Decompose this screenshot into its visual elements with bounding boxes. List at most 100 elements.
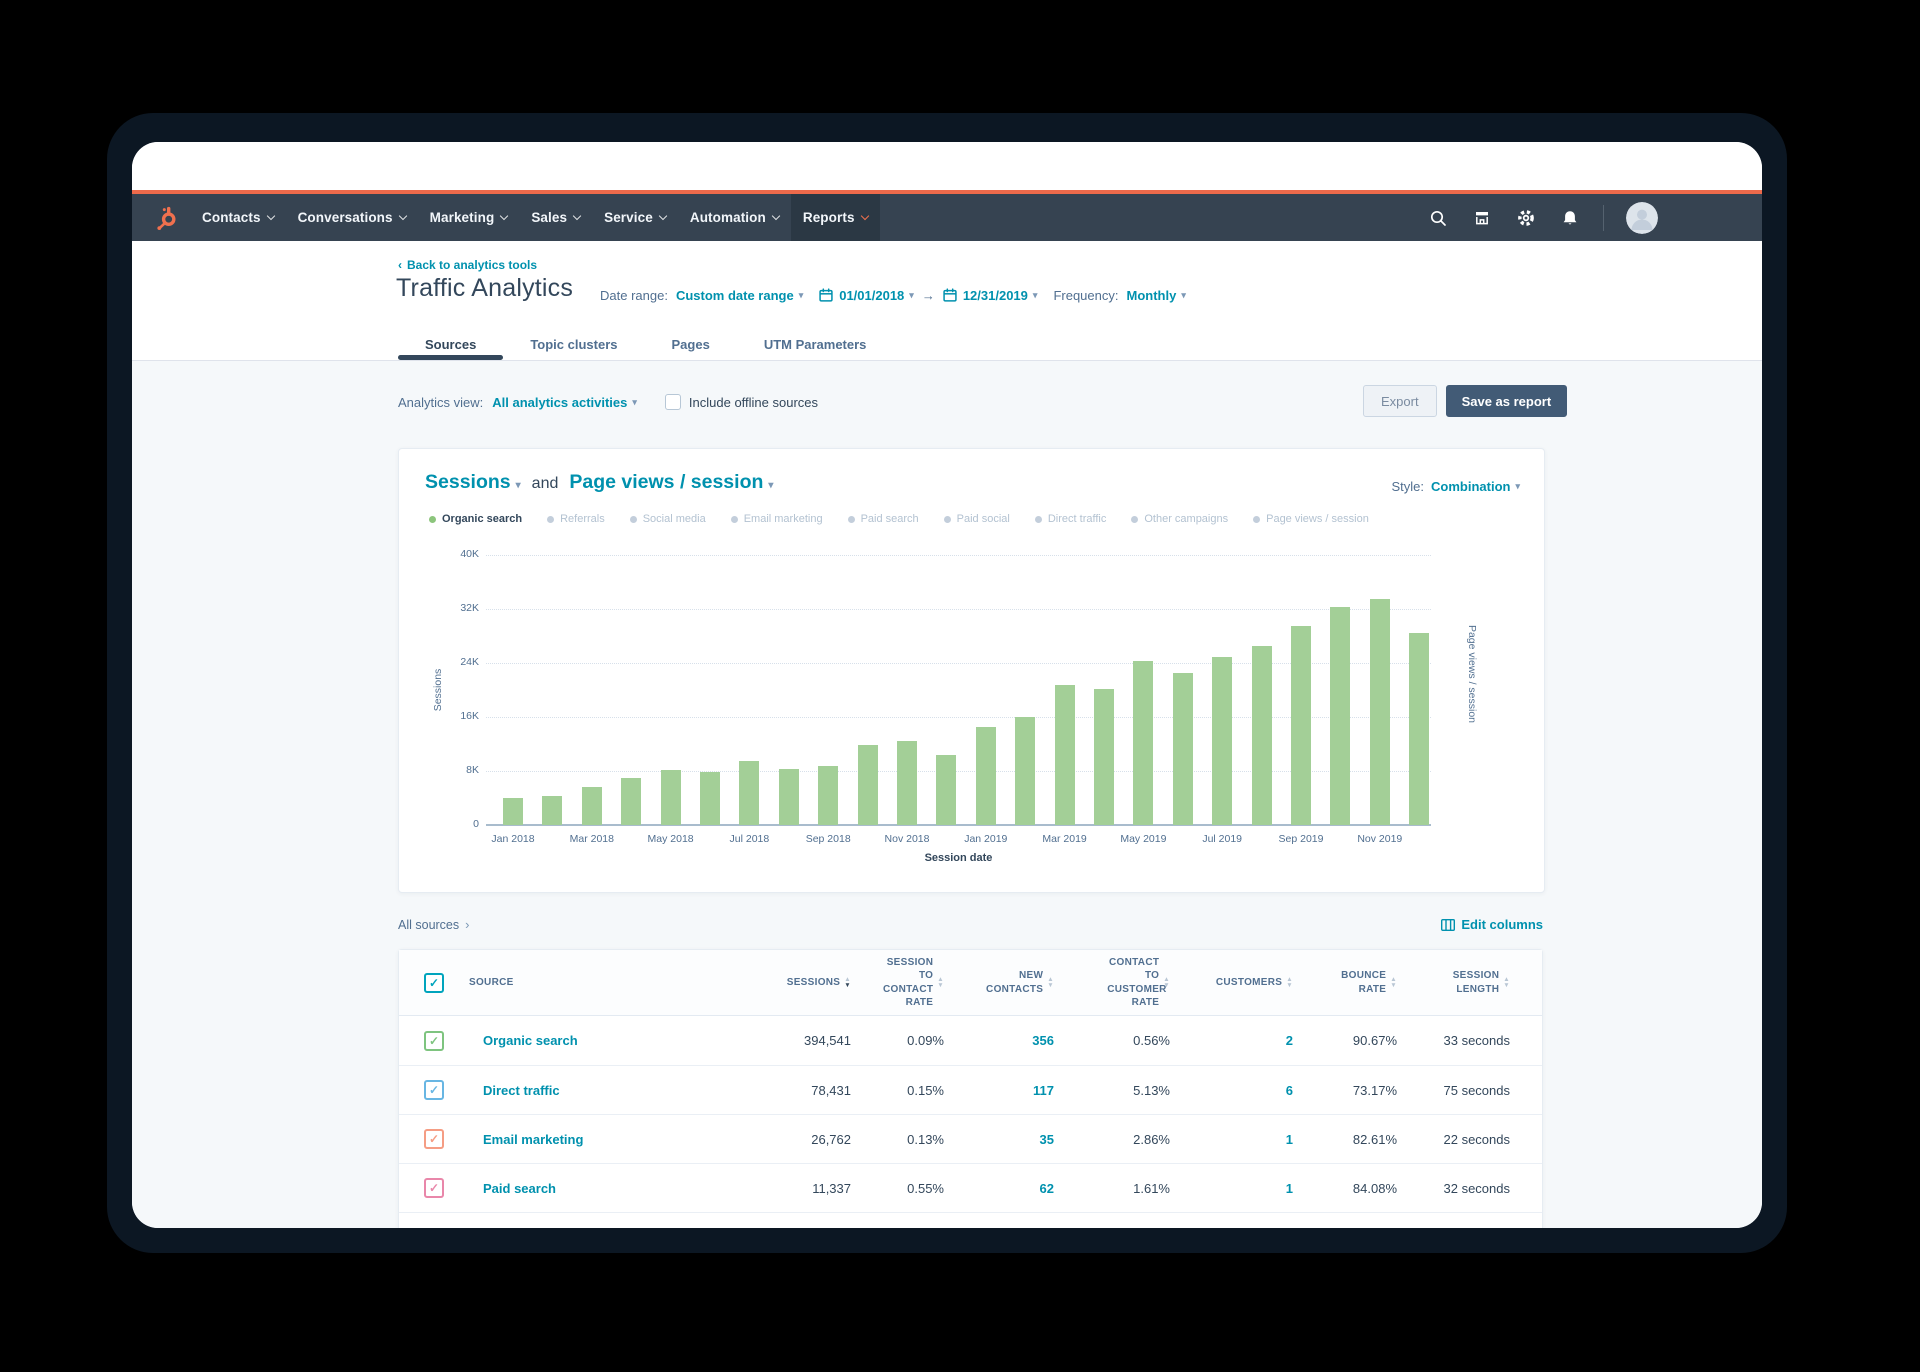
bar-jul-2018[interactable] bbox=[739, 761, 759, 825]
search-icon[interactable] bbox=[1427, 207, 1449, 229]
edit-columns-button[interactable]: Edit columns bbox=[1441, 917, 1543, 932]
bar-may-2019[interactable] bbox=[1133, 661, 1153, 825]
column-header-source[interactable]: SOURCE bbox=[469, 976, 725, 990]
row-checkbox[interactable]: ✓ bbox=[424, 1129, 444, 1149]
legend-item-paid-social[interactable]: Paid social bbox=[944, 513, 1010, 525]
column-header-sessions[interactable]: SESSIONS▲▼ bbox=[725, 976, 851, 990]
secondary-metric-select[interactable]: Page views / session▾ bbox=[569, 471, 773, 494]
bar-sep-2019[interactable] bbox=[1291, 626, 1311, 825]
all-sources-breadcrumb[interactable]: All sources› bbox=[398, 917, 469, 932]
tab-pages[interactable]: Pages bbox=[645, 328, 737, 360]
column-header-session-length[interactable]: SESSION LENGTH ▲▼ bbox=[1397, 969, 1510, 996]
bar-apr-2019[interactable] bbox=[1094, 689, 1114, 825]
report-actions: Export Save as report bbox=[1363, 385, 1567, 417]
bar-oct-2019[interactable] bbox=[1330, 607, 1350, 825]
date-range-select[interactable]: Custom date range▾ bbox=[676, 288, 803, 303]
bar-jul-2019[interactable] bbox=[1212, 657, 1232, 825]
bar-dec-2019[interactable] bbox=[1409, 633, 1429, 825]
legend-item-referrals[interactable]: Referrals bbox=[547, 513, 605, 525]
gridline bbox=[486, 771, 1431, 772]
legend-item-organic-search[interactable]: Organic search bbox=[429, 513, 522, 525]
column-header-customers[interactable]: CUSTOMERS▲▼ bbox=[1170, 976, 1293, 990]
row-checkbox[interactable]: ✓ bbox=[424, 1080, 444, 1100]
x-axis-tick: Jan 2019 bbox=[944, 833, 1028, 845]
sort-down-icon: ▼ bbox=[1503, 983, 1510, 989]
primary-metric-select[interactable]: Sessions▾ bbox=[425, 471, 521, 494]
legend-dot-icon bbox=[630, 516, 637, 523]
legend-item-social-media[interactable]: Social media bbox=[630, 513, 706, 525]
legend-item-other-campaigns[interactable]: Other campaigns bbox=[1131, 513, 1228, 525]
legend-item-direct-traffic[interactable]: Direct traffic bbox=[1035, 513, 1106, 525]
source-link[interactable]: Paid search bbox=[483, 1181, 556, 1196]
source-link[interactable]: Email marketing bbox=[483, 1132, 583, 1147]
source-link[interactable]: Organic search bbox=[483, 1033, 578, 1048]
start-date-select[interactable]: 01/01/2018▾ bbox=[839, 288, 914, 303]
sources-table: ✓SOURCESESSIONS▲▼SESSION TO CONTACT RATE… bbox=[398, 949, 1543, 1228]
source-link[interactable]: Direct traffic bbox=[483, 1083, 560, 1098]
column-header-bounce-rate[interactable]: BOUNCE RATE▲▼ bbox=[1293, 969, 1397, 996]
bar-mar-2018[interactable] bbox=[582, 787, 602, 825]
bar-jun-2018[interactable] bbox=[700, 772, 720, 825]
tab-sources[interactable]: Sources bbox=[398, 328, 503, 360]
caret-down-icon: ▾ bbox=[1181, 290, 1186, 301]
save-as-report-button[interactable]: Save as report bbox=[1446, 385, 1568, 417]
bar-may-2018[interactable] bbox=[661, 770, 681, 825]
legend-label: Organic search bbox=[442, 513, 522, 525]
y-axis-tick: 16K bbox=[427, 710, 479, 722]
column-header-contact-to-customer-rate[interactable]: CONTACT TO CUSTOMER RATE▲▼ bbox=[1054, 956, 1170, 1010]
nav-item-automation[interactable]: Automation bbox=[678, 194, 791, 241]
column-header-label: SESSION LENGTH bbox=[1429, 969, 1499, 996]
row-checkbox[interactable]: ✓ bbox=[424, 1031, 444, 1051]
chevron-down-icon bbox=[266, 212, 274, 220]
tab-utm-parameters[interactable]: UTM Parameters bbox=[737, 328, 894, 360]
include-offline-checkbox[interactable] bbox=[665, 394, 681, 410]
bar-aug-2018[interactable] bbox=[779, 769, 799, 825]
frequency-select[interactable]: Monthly▾ bbox=[1126, 288, 1185, 303]
column-header-session-to-contact-rate[interactable]: SESSION TO CONTACT RATE▲▼ bbox=[851, 956, 944, 1010]
bar-oct-2018[interactable] bbox=[858, 745, 878, 825]
bar-feb-2018[interactable] bbox=[542, 796, 562, 825]
bar-jun-2019[interactable] bbox=[1173, 673, 1193, 825]
analytics-view-select[interactable]: All analytics activities▾ bbox=[492, 395, 637, 410]
bar-dec-2018[interactable] bbox=[936, 755, 956, 825]
user-avatar[interactable] bbox=[1626, 202, 1658, 234]
bar-feb-2019[interactable] bbox=[1015, 717, 1035, 825]
bar-apr-2018[interactable] bbox=[621, 778, 641, 825]
column-header-label: SESSIONS bbox=[787, 976, 841, 990]
bar-aug-2019[interactable] bbox=[1252, 646, 1272, 825]
x-axis-tick: Jan 2018 bbox=[471, 833, 555, 845]
nav-item-marketing[interactable]: Marketing bbox=[418, 194, 520, 241]
legend-item-page-views-session[interactable]: Page views / session bbox=[1253, 513, 1369, 525]
page-title: Traffic Analytics bbox=[396, 274, 573, 303]
bar-nov-2019[interactable] bbox=[1370, 599, 1390, 825]
back-to-analytics-link[interactable]: ‹Back to analytics tools bbox=[398, 258, 537, 272]
legend-item-email-marketing[interactable]: Email marketing bbox=[731, 513, 823, 525]
bar-jan-2018[interactable] bbox=[503, 798, 523, 825]
bar-sep-2018[interactable] bbox=[818, 766, 838, 825]
nav-item-sales[interactable]: Sales bbox=[519, 194, 592, 241]
nav-item-label: Sales bbox=[531, 210, 567, 225]
select-all-checkbox[interactable]: ✓ bbox=[424, 973, 444, 993]
cell-sessions: 78,431 bbox=[725, 1083, 851, 1098]
end-date-select[interactable]: 12/31/2019▾ bbox=[963, 288, 1038, 303]
nav-item-reports[interactable]: Reports bbox=[791, 194, 880, 241]
bar-jan-2019[interactable] bbox=[976, 727, 996, 825]
marketplace-icon[interactable] bbox=[1471, 207, 1493, 229]
notifications-bell-icon[interactable] bbox=[1559, 207, 1581, 229]
nav-item-conversations[interactable]: Conversations bbox=[286, 194, 418, 241]
tab-topic-clusters[interactable]: Topic clusters bbox=[503, 328, 644, 360]
export-button[interactable]: Export bbox=[1363, 385, 1437, 417]
nav-item-contacts[interactable]: Contacts bbox=[190, 194, 286, 241]
settings-gear-icon[interactable] bbox=[1515, 207, 1537, 229]
row-checkbox[interactable]: ✓ bbox=[424, 1178, 444, 1198]
legend-item-paid-search[interactable]: Paid search bbox=[848, 513, 919, 525]
page-background: ContactsConversationsMarketing Sales Servi… bbox=[0, 0, 1920, 1372]
nav-item-service[interactable]: Service bbox=[592, 194, 678, 241]
arrow-right-icon: → bbox=[922, 288, 935, 303]
style-select[interactable]: Combination▾ bbox=[1431, 479, 1520, 494]
bar-nov-2018[interactable] bbox=[897, 741, 917, 825]
column-header-new-contacts[interactable]: NEW CONTACTS▲▼ bbox=[944, 969, 1054, 996]
sort-arrows-icon: ▲▼ bbox=[1503, 977, 1510, 988]
hubspot-logo-icon[interactable] bbox=[152, 194, 182, 241]
bar-mar-2019[interactable] bbox=[1055, 685, 1075, 825]
